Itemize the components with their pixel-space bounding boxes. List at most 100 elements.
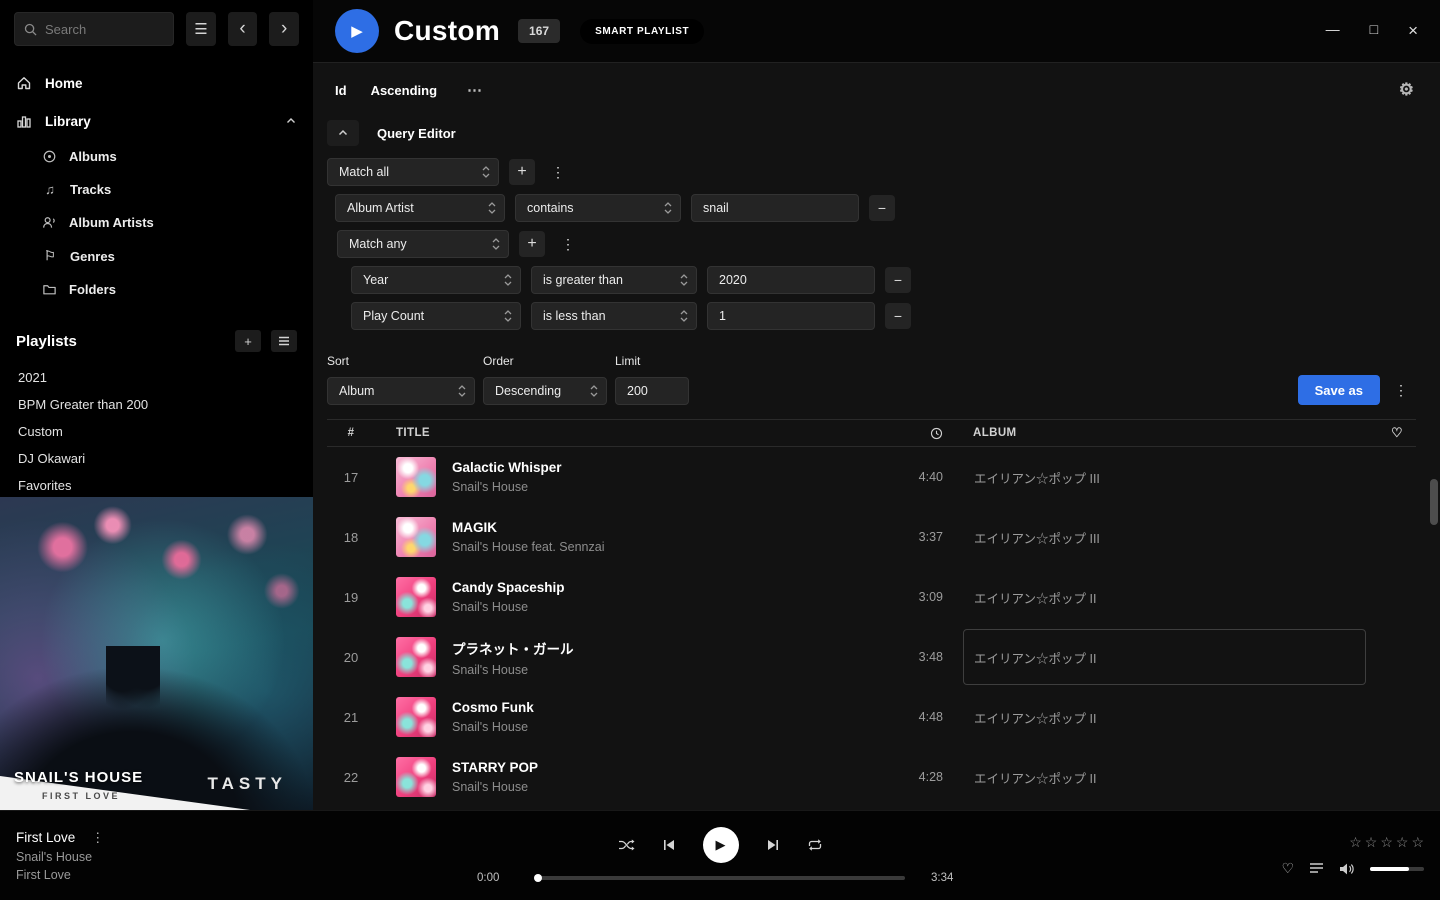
back-button[interactable]: ‹ [228, 12, 258, 46]
limit-input[interactable] [615, 377, 689, 405]
table-row[interactable]: 20 プラネット・ガール Snail's House 3:48 エイリアン☆ポッ… [327, 627, 1416, 687]
order-select[interactable]: Descending [483, 377, 607, 405]
column-header-album[interactable]: ALBUM [951, 427, 1378, 439]
track-artist[interactable]: Snail's House feat. Sennzai [452, 540, 604, 554]
track-title[interactable]: Candy Spaceship [452, 580, 565, 595]
volume-slider[interactable] [1370, 867, 1424, 871]
rule-operator-select[interactable]: is less than [531, 302, 697, 330]
column-header-duration[interactable] [887, 427, 951, 440]
track-title[interactable]: プラネット・ガール [452, 638, 574, 658]
playlist-item[interactable]: Favorites [16, 472, 297, 499]
playlist-item[interactable]: Custom [16, 418, 297, 445]
seek-bar[interactable] [535, 876, 905, 880]
rule-value-input[interactable] [691, 194, 859, 222]
remove-rule-button[interactable]: − [885, 303, 911, 329]
shuffle-button[interactable] [618, 838, 635, 852]
rule-operator-select[interactable]: contains [515, 194, 681, 222]
star-icon[interactable]: ☆ [1396, 834, 1409, 851]
playlist-item[interactable]: BPM Greater than 200 [16, 391, 297, 418]
sidebar-item-tracks[interactable]: ♫ Tracks [42, 173, 313, 206]
table-row[interactable]: 17 Galactic Whisper Snail's House 4:40 エ… [327, 447, 1416, 507]
track-album[interactable]: エイリアン☆ポップ II [963, 569, 1366, 625]
sidebar-item-albums[interactable]: Albums [42, 140, 313, 173]
playlist-item[interactable]: DJ Okawari [16, 445, 297, 472]
rule-field-select[interactable]: Year [351, 266, 521, 294]
sidebar-item-album-artists[interactable]: Album Artists [42, 206, 313, 239]
column-header-favorite[interactable]: ♡ [1378, 425, 1416, 441]
track-album[interactable]: エイリアン☆ポップ II [963, 749, 1366, 805]
track-album-focused[interactable]: エイリアン☆ポップ II [963, 629, 1366, 685]
star-icon[interactable]: ☆ [1380, 834, 1393, 851]
now-playing-title[interactable]: First Love [16, 830, 75, 845]
add-group-rule-button[interactable]: + [519, 231, 545, 257]
track-artist[interactable]: Snail's House [452, 780, 538, 794]
sidebar-item-genres[interactable]: ⚐ Genres [42, 239, 313, 273]
queue-button[interactable] [1309, 862, 1324, 875]
volume-button[interactable] [1339, 862, 1355, 876]
group-match-type-select[interactable]: Match any [337, 230, 509, 258]
rule-value-input[interactable] [707, 302, 875, 330]
track-title[interactable]: STARRY POP [452, 760, 538, 775]
sidebar-item-library[interactable]: Library [0, 102, 313, 140]
track-title[interactable]: Cosmo Funk [452, 700, 534, 715]
track-artist[interactable]: Snail's House [452, 663, 574, 677]
save-as-button[interactable]: Save as [1298, 375, 1380, 405]
repeat-button[interactable] [807, 838, 823, 852]
add-playlist-button[interactable]: + [235, 330, 261, 352]
track-album[interactable]: エイリアン☆ポップ II [963, 689, 1366, 745]
star-icon[interactable]: ☆ [1349, 834, 1362, 851]
seek-handle[interactable] [534, 874, 542, 882]
play-playlist-button[interactable]: ▶ [335, 9, 379, 53]
playlist-list-button[interactable] [271, 330, 297, 352]
remove-rule-button[interactable]: − [885, 267, 911, 293]
collapse-query-editor-button[interactable] [327, 120, 359, 146]
track-artist[interactable]: Snail's House [452, 600, 565, 614]
more-options-icon[interactable]: ⋯ [467, 81, 484, 99]
track-title[interactable]: Galactic Whisper [452, 460, 562, 475]
track-menu-icon[interactable]: ⋮ [91, 830, 104, 846]
sort-field-button[interactable]: Id [335, 83, 347, 98]
remove-rule-button[interactable]: − [869, 195, 895, 221]
sort-direction-button[interactable]: Ascending [371, 83, 437, 98]
rule-value-input[interactable] [707, 266, 875, 294]
table-row[interactable]: 22 STARRY POP Snail's House 4:28 エイリアン☆ポ… [327, 747, 1416, 807]
column-header-index[interactable]: # [327, 427, 375, 439]
star-icon[interactable]: ☆ [1411, 834, 1424, 851]
add-rule-button[interactable]: + [509, 159, 535, 185]
now-playing-album[interactable]: First Love [16, 868, 316, 882]
rule-operator-select[interactable]: is greater than [531, 266, 697, 294]
rule-menu-button[interactable]: ⋮ [545, 159, 571, 185]
star-icon[interactable]: ☆ [1365, 834, 1378, 851]
sidebar-item-folders[interactable]: Folders [42, 273, 313, 306]
match-type-select[interactable]: Match all [327, 158, 499, 186]
track-artist[interactable]: Snail's House [452, 720, 534, 734]
sidebar-item-home[interactable]: Home [0, 64, 313, 102]
close-button[interactable]: × [1408, 21, 1418, 41]
chevron-up-icon[interactable] [285, 115, 297, 127]
group-menu-button[interactable]: ⋮ [555, 231, 581, 257]
save-menu-button[interactable]: ⋮ [1388, 375, 1414, 405]
track-album[interactable]: エイリアン☆ポップ III [963, 509, 1366, 565]
track-title[interactable]: MAGIK [452, 520, 604, 535]
column-header-title[interactable]: TITLE [375, 427, 887, 439]
rule-field-select[interactable]: Play Count [351, 302, 521, 330]
scrollbar-thumb[interactable] [1430, 479, 1438, 525]
search-input[interactable] [45, 22, 155, 37]
now-playing-artist[interactable]: Snail's House [16, 850, 316, 864]
play-pause-button[interactable]: ▶ [703, 827, 739, 863]
now-playing-artwork[interactable]: SNAIL'S HOUSE FIRST LOVE TASTY [0, 497, 313, 810]
gear-icon[interactable]: ⚙ [1399, 80, 1414, 100]
playlist-item[interactable]: 2021 [16, 364, 297, 391]
forward-button[interactable]: › [269, 12, 299, 46]
next-button[interactable] [766, 838, 780, 852]
rule-field-select[interactable]: Album Artist [335, 194, 505, 222]
maximize-button[interactable]: □ [1370, 21, 1378, 41]
sort-select[interactable]: Album [327, 377, 475, 405]
table-row[interactable]: 19 Candy Spaceship Snail's House 3:09 エイ… [327, 567, 1416, 627]
track-album[interactable]: エイリアン☆ポップ III [963, 449, 1366, 505]
table-row[interactable]: 18 MAGIK Snail's House feat. Sennzai 3:3… [327, 507, 1416, 567]
table-row[interactable]: 21 Cosmo Funk Snail's House 4:48 エイリアン☆ポ… [327, 687, 1416, 747]
track-artist[interactable]: Snail's House [452, 480, 562, 494]
minimize-button[interactable]: — [1326, 21, 1340, 41]
search-box[interactable] [14, 12, 174, 46]
